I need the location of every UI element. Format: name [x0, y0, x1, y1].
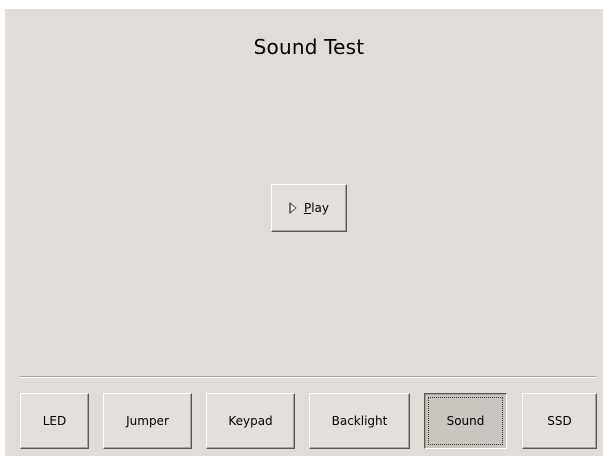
ssd-button[interactable]: SSD [522, 393, 597, 449]
play-triangle-icon [289, 201, 297, 215]
sound-button-label: Sound [446, 414, 485, 428]
jumper-button[interactable]: Jumper [103, 393, 192, 449]
play-label-rest: lay [311, 201, 330, 215]
keypad-button-label: Keypad [228, 414, 273, 428]
jumper-button-label: Jumper [126, 414, 169, 428]
play-button[interactable]: Play [271, 184, 347, 232]
keypad-button[interactable]: Keypad [206, 393, 295, 449]
backlight-button-label: Backlight [331, 414, 388, 428]
separator [20, 376, 596, 378]
play-button-label: Play [304, 201, 329, 215]
page-title: Sound Test [253, 35, 365, 59]
sound-button[interactable]: Sound [424, 393, 507, 449]
backlight-button[interactable]: Backlight [309, 393, 410, 449]
led-button[interactable]: LED [20, 393, 89, 449]
led-button-label: LED [42, 414, 67, 428]
test-window: Sound Test Play LED Jumper Keypad Backli… [5, 9, 603, 456]
ssd-button-label: SSD [547, 414, 572, 428]
